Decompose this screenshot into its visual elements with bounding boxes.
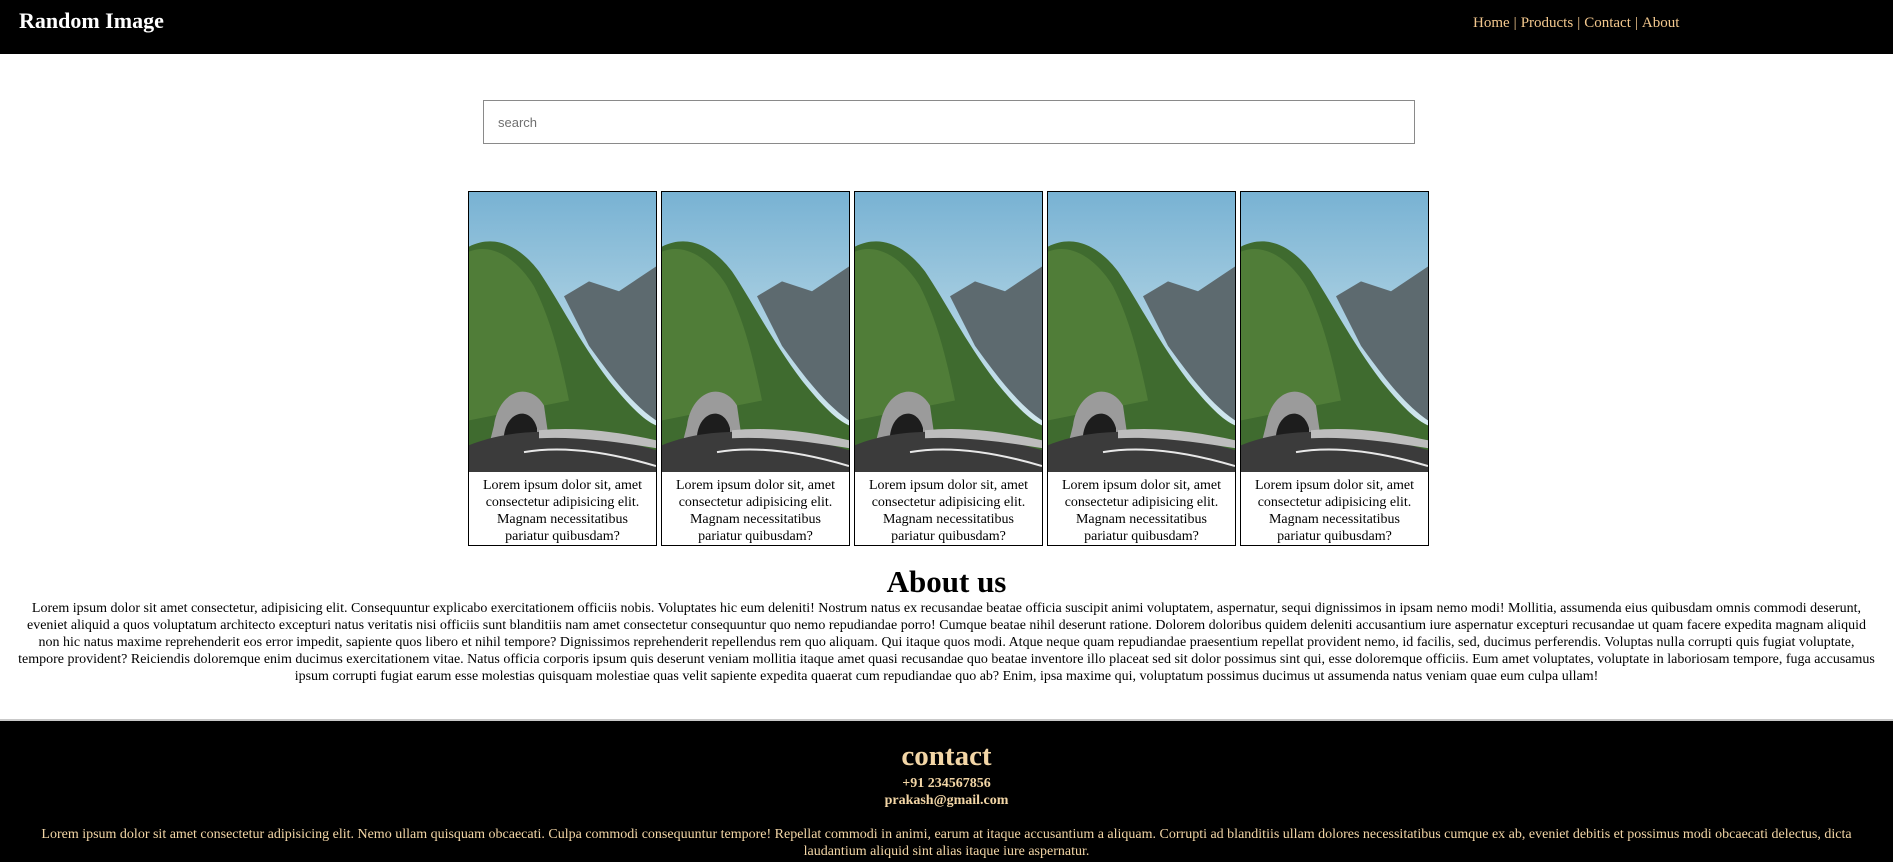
contact-footer: contact +91 234567856 prakash@gmail.com … [0, 721, 1893, 862]
about-paragraph: Lorem ipsum dolor sit amet consectetur, … [18, 601, 1875, 684]
mountain-road-tunnel-image [662, 192, 849, 472]
image-card-grid: Lorem ipsum dolor sit, amet consectetur … [468, 191, 1429, 546]
image-card[interactable]: Lorem ipsum dolor sit, amet consectetur … [468, 191, 657, 546]
image-card[interactable]: Lorem ipsum dolor sit, amet consectetur … [1047, 191, 1236, 546]
nav-separator: | [1513, 15, 1517, 31]
nav-contact-link[interactable]: Contact [1584, 15, 1631, 31]
nav-about-link[interactable]: About [1642, 15, 1680, 31]
mountain-road-tunnel-image [469, 192, 656, 472]
mountain-road-tunnel-image [1241, 192, 1428, 472]
image-card[interactable]: Lorem ipsum dolor sit, amet consectetur … [661, 191, 850, 546]
card-caption: Lorem ipsum dolor sit, amet consectetur … [482, 478, 643, 544]
contact-heading: contact [901, 740, 992, 772]
nav-separator: | [1577, 15, 1581, 31]
card-caption: Lorem ipsum dolor sit, amet consectetur … [675, 478, 836, 544]
top-navbar: Random Image Home | Products | Contact | About [0, 0, 1893, 54]
about-heading: About us [886, 564, 1007, 599]
contact-email: prakash@gmail.com [884, 793, 1009, 808]
card-caption: Lorem ipsum dolor sit, amet consectetur … [1061, 478, 1222, 544]
contact-phone: +91 234567856 [902, 776, 991, 791]
card-caption: Lorem ipsum dolor sit, amet consectetur … [868, 478, 1029, 544]
mountain-road-tunnel-image [855, 192, 1042, 472]
card-caption: Lorem ipsum dolor sit, amet consectetur … [1254, 478, 1415, 544]
footer-paragraph: Lorem ipsum dolor sit amet consectetur a… [41, 827, 1852, 859]
search-input[interactable] [483, 100, 1415, 144]
nav-products-link[interactable]: Products [1521, 15, 1574, 31]
image-card[interactable]: Lorem ipsum dolor sit, amet consectetur … [854, 191, 1043, 546]
nav-home-link[interactable]: Home [1473, 15, 1510, 31]
site-brand[interactable]: Random Image [19, 8, 164, 34]
mountain-road-tunnel-image [1048, 192, 1235, 472]
main-nav: Home | Products | Contact | About [1473, 15, 1679, 32]
image-card[interactable]: Lorem ipsum dolor sit, amet consectetur … [1240, 191, 1429, 546]
nav-separator: | [1634, 15, 1638, 31]
